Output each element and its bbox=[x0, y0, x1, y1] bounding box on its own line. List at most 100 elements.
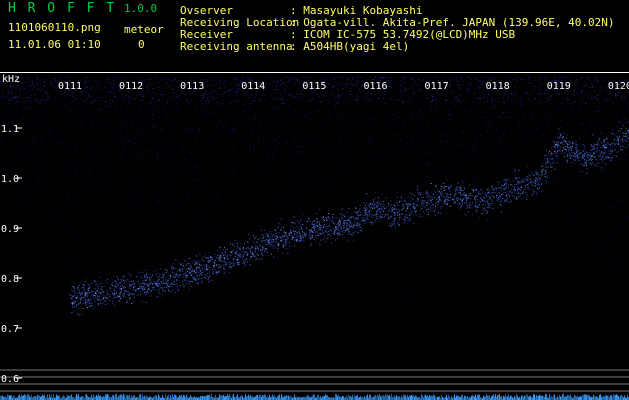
signal-dot bbox=[154, 289, 156, 291]
noise-dot bbox=[297, 208, 299, 210]
signal-dot bbox=[204, 275, 206, 277]
noise-dot bbox=[517, 248, 519, 250]
band-column bbox=[75, 396, 76, 400]
noise-dot bbox=[138, 105, 140, 107]
noise-dot bbox=[474, 134, 476, 136]
noise-dot bbox=[47, 189, 49, 191]
signal-dot bbox=[519, 195, 521, 196]
noise-dot bbox=[530, 93, 532, 95]
noise-dot bbox=[339, 97, 340, 99]
noise-dot bbox=[452, 196, 454, 198]
noise-dot bbox=[23, 88, 25, 90]
noise-dot bbox=[76, 171, 78, 173]
noise-dot bbox=[444, 95, 446, 97]
noise-dot bbox=[308, 186, 309, 188]
signal-dot bbox=[512, 195, 514, 197]
signal-dot bbox=[278, 236, 280, 238]
noise-dot bbox=[349, 91, 350, 93]
band-column bbox=[604, 396, 605, 400]
signal-dot bbox=[288, 242, 290, 244]
noise-dot bbox=[381, 174, 383, 176]
noise-dot bbox=[327, 202, 329, 203]
noise-dot bbox=[134, 98, 136, 100]
signal-dot bbox=[373, 215, 374, 217]
band-column bbox=[37, 394, 38, 400]
noise-dot bbox=[172, 298, 174, 300]
noise-dot bbox=[44, 105, 46, 107]
signal-dot bbox=[443, 204, 445, 206]
signal-dot bbox=[222, 255, 224, 256]
noise-dot bbox=[161, 156, 163, 158]
band-column bbox=[582, 394, 583, 400]
signal-dot bbox=[186, 263, 188, 265]
signal-dot bbox=[582, 156, 584, 158]
noise-dot bbox=[538, 86, 540, 88]
noise-dot bbox=[345, 152, 347, 154]
signal-dot bbox=[320, 239, 322, 241]
noise-dot bbox=[258, 143, 260, 144]
noise-dot bbox=[325, 77, 327, 79]
noise-dot bbox=[44, 99, 46, 101]
signal-dot bbox=[244, 243, 245, 245]
noise-dot bbox=[68, 77, 70, 79]
noise-dot bbox=[128, 140, 130, 142]
signal-dot bbox=[349, 219, 351, 221]
noise-dot bbox=[32, 139, 34, 141]
noise-dot bbox=[447, 109, 449, 111]
band-column bbox=[298, 396, 299, 400]
noise-dot bbox=[14, 211, 16, 213]
noise-dot bbox=[54, 266, 56, 268]
band-column bbox=[350, 395, 351, 400]
noise-dot bbox=[231, 130, 233, 132]
noise-dot bbox=[510, 79, 512, 81]
signal-dot bbox=[163, 279, 164, 281]
signal-dot bbox=[89, 292, 91, 294]
band-column bbox=[479, 394, 480, 400]
noise-dot bbox=[1, 240, 3, 241]
noise-dot bbox=[1, 185, 3, 187]
noise-dot bbox=[347, 77, 349, 79]
noise-dot bbox=[239, 258, 241, 259]
noise-dot bbox=[339, 174, 341, 176]
signal-dot bbox=[448, 200, 450, 201]
noise-dot bbox=[566, 78, 567, 80]
noise-dot bbox=[36, 99, 38, 101]
noise-dot bbox=[251, 194, 253, 196]
noise-dot bbox=[128, 193, 130, 194]
noise-dot bbox=[213, 90, 215, 92]
noise-dot bbox=[342, 78, 344, 80]
band-column bbox=[431, 395, 432, 400]
signal-dot bbox=[262, 255, 264, 257]
noise-dot bbox=[598, 242, 600, 244]
noise-dot bbox=[38, 286, 40, 288]
band-column bbox=[131, 395, 132, 400]
noise-dot bbox=[334, 104, 336, 106]
noise-dot bbox=[394, 296, 396, 298]
signal-dot bbox=[464, 202, 466, 204]
noise-dot bbox=[157, 212, 159, 214]
signal-dot bbox=[557, 144, 559, 146]
noise-dot bbox=[596, 249, 597, 251]
noise-dot bbox=[30, 127, 31, 129]
noise-dot bbox=[286, 142, 288, 144]
noise-dot bbox=[478, 86, 480, 88]
signal-dot bbox=[372, 214, 373, 216]
noise-dot bbox=[495, 139, 497, 141]
signal-dot bbox=[194, 259, 196, 261]
noise-dot bbox=[10, 85, 12, 86]
noise-dot bbox=[201, 187, 203, 189]
noise-dot bbox=[261, 165, 263, 166]
band-column bbox=[375, 395, 376, 400]
band-column bbox=[139, 394, 140, 400]
signal-dot bbox=[235, 259, 237, 261]
noise-dot bbox=[589, 146, 591, 147]
noise-dot bbox=[362, 218, 364, 220]
noise-dot bbox=[499, 141, 500, 143]
noise-dot bbox=[518, 125, 520, 127]
band-column bbox=[569, 395, 570, 400]
band-column bbox=[323, 396, 324, 400]
noise-dot bbox=[385, 194, 387, 196]
noise-dot bbox=[472, 94, 474, 96]
band-column bbox=[288, 395, 289, 400]
noise-dot bbox=[279, 178, 281, 180]
